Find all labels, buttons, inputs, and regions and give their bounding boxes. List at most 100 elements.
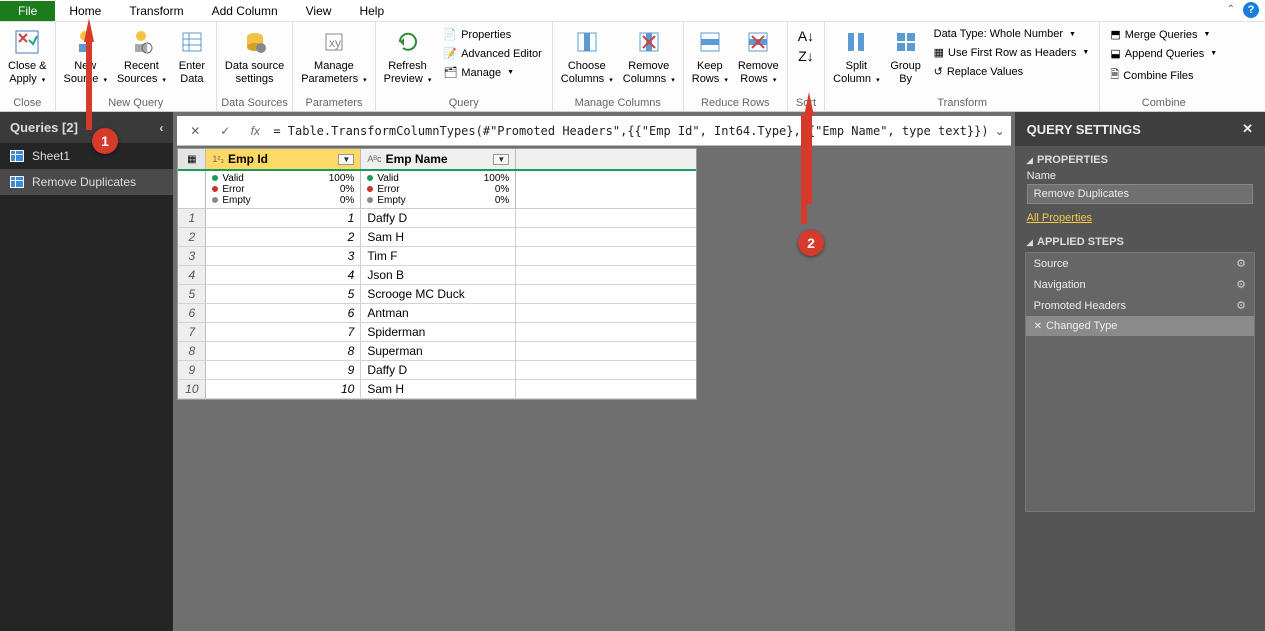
properties-button[interactable]: 📄Properties (439, 26, 545, 43)
column-header-emp-name[interactable]: Aᴮc Emp Name ▼ (361, 149, 516, 169)
manage-parameters-button[interactable]: xy ManageParameters ▾ (297, 24, 370, 89)
menu-file[interactable]: File (0, 1, 55, 21)
menu-view[interactable]: View (292, 1, 346, 21)
gear-icon[interactable]: ⚙ (1236, 299, 1246, 312)
ribbon-group-combine-label: Combine (1104, 97, 1223, 111)
cell-emp-name[interactable]: Spiderman (361, 323, 516, 341)
callout-arrow-1 (84, 18, 94, 42)
cell-emp-name[interactable]: Sam H (361, 228, 516, 246)
gear-icon[interactable]: ⚙ (1236, 278, 1246, 291)
name-label: Name (1027, 170, 1253, 182)
cell-emp-id[interactable]: 10 (206, 380, 361, 398)
table-row[interactable]: 11Daffy D (178, 209, 696, 228)
group-by-button[interactable]: GroupBy (886, 24, 926, 88)
ribbon-group-datasources-label: Data Sources (221, 97, 288, 111)
append-icon: ⬓ (1110, 47, 1120, 60)
cell-emp-id[interactable]: 1 (206, 209, 361, 227)
callout-arrow-2-stem (801, 114, 807, 224)
gear-icon[interactable]: ⚙ (1236, 257, 1246, 270)
applied-step[interactable]: ✕Changed Type (1026, 316, 1254, 336)
formula-cancel-icon[interactable]: ✕ (183, 124, 207, 138)
refresh-preview-button[interactable]: RefreshPreview ▾ (380, 24, 436, 89)
recent-sources-button[interactable]: RecentSources ▾ (113, 24, 170, 89)
append-queries-button[interactable]: ⬓Append Queries▼ (1106, 45, 1221, 62)
row-number: 2 (178, 228, 206, 246)
cell-emp-name[interactable]: Scrooge MC Duck (361, 285, 516, 303)
delete-step-icon[interactable]: ✕ (1034, 321, 1042, 332)
first-row-headers-button[interactable]: ▦Use First Row as Headers▼ (930, 44, 1094, 61)
collapse-ribbon-icon[interactable]: ⌃ (1227, 4, 1235, 15)
cell-emp-id[interactable]: 2 (206, 228, 361, 246)
advanced-editor-button[interactable]: 📝Advanced Editor (439, 45, 545, 62)
remove-rows-label: RemoveRows ▾ (738, 60, 779, 87)
cell-emp-name[interactable]: Daffy D (361, 209, 516, 227)
cell-emp-id[interactable]: 5 (206, 285, 361, 303)
table-row[interactable]: 99Daffy D (178, 361, 696, 380)
combine-files-icon: 🗎 (1110, 66, 1119, 85)
applied-step[interactable]: Promoted Headers⚙ (1026, 295, 1254, 316)
cell-emp-id[interactable]: 4 (206, 266, 361, 284)
table-row[interactable]: 44Json B (178, 266, 696, 285)
table-row[interactable]: 33Tim F (178, 247, 696, 266)
query-item-remove-duplicates[interactable]: Remove Duplicates (0, 169, 173, 195)
ribbon: Close &Apply ▾ Close NewSource ▾ RecentS… (0, 22, 1265, 112)
keep-rows-button[interactable]: KeepRows ▾ (688, 24, 732, 89)
replace-values-button[interactable]: ↺Replace Values (930, 63, 1094, 80)
table-row[interactable]: 55Scrooge MC Duck (178, 285, 696, 304)
data-type-button[interactable]: Data Type: Whole Number▼ (930, 26, 1094, 42)
applied-step[interactable]: Source⚙ (1026, 253, 1254, 274)
fx-icon[interactable]: fx (243, 124, 267, 138)
data-source-settings-button[interactable]: Data sourcesettings (221, 24, 288, 88)
enter-data-button[interactable]: EnterData (172, 24, 212, 88)
cell-emp-id[interactable]: 9 (206, 361, 361, 379)
query-name-input[interactable] (1027, 184, 1253, 204)
cell-emp-id[interactable]: 3 (206, 247, 361, 265)
cell-emp-id[interactable]: 7 (206, 323, 361, 341)
formula-input[interactable]: = Table.TransformColumnTypes(#"Promoted … (273, 124, 988, 138)
combine-files-button[interactable]: 🗎Combine Files (1106, 64, 1221, 87)
table-row[interactable]: 22Sam H (178, 228, 696, 247)
svg-text:xy: xy (329, 36, 341, 50)
cell-emp-name[interactable]: Sam H (361, 380, 516, 398)
ribbon-group-transform-label: Transform (829, 97, 1095, 111)
cell-emp-name[interactable]: Json B (361, 266, 516, 284)
menu-add-column[interactable]: Add Column (198, 1, 292, 21)
table-row[interactable]: 66Antman (178, 304, 696, 323)
sort-asc-button[interactable]: A↓ (798, 28, 814, 44)
table-row[interactable]: 77Spiderman (178, 323, 696, 342)
close-apply-button[interactable]: Close &Apply ▾ (4, 24, 51, 89)
all-properties-link[interactable]: All Properties (1027, 212, 1253, 224)
choose-columns-button[interactable]: ChooseColumns ▾ (557, 24, 617, 89)
query-item-sheet1[interactable]: Sheet1 (0, 143, 173, 169)
grid-corner[interactable]: ▦ (178, 149, 206, 169)
menu-help[interactable]: Help (345, 1, 398, 21)
cell-emp-id[interactable]: 6 (206, 304, 361, 322)
replace-values-label: Replace Values (947, 66, 1023, 78)
cell-emp-name[interactable]: Daffy D (361, 361, 516, 379)
remove-rows-button[interactable]: RemoveRows ▾ (734, 24, 783, 89)
menu-transform[interactable]: Transform (115, 1, 197, 21)
cell-emp-name[interactable]: Superman (361, 342, 516, 360)
applied-step[interactable]: Navigation⚙ (1026, 274, 1254, 295)
manage-button[interactable]: 🗂Manage▼ (439, 64, 545, 81)
help-icon[interactable]: ? (1243, 2, 1259, 18)
ribbon-group-transform: SplitColumn ▾ GroupBy Data Type: Whole N… (825, 22, 1100, 111)
column-header-emp-id[interactable]: 1²₃ Emp Id ▼ (206, 149, 361, 169)
cell-emp-name[interactable]: Tim F (361, 247, 516, 265)
remove-columns-button[interactable]: RemoveColumns ▾ (619, 24, 679, 89)
column-filter-icon[interactable]: ▼ (338, 154, 354, 165)
expand-formula-icon[interactable]: ⌄ (995, 124, 1005, 138)
table-row[interactable]: 88Superman (178, 342, 696, 361)
ribbon-group-manage-columns: ChooseColumns ▾ RemoveColumns ▾ Manage C… (553, 22, 684, 111)
merge-queries-button[interactable]: ⬒Merge Queries▼ (1106, 26, 1221, 43)
table-row[interactable]: 1010Sam H (178, 380, 696, 399)
formula-accept-icon[interactable]: ✓ (213, 124, 237, 138)
collapse-queries-icon[interactable]: ‹ (159, 121, 163, 135)
close-settings-icon[interactable]: ✕ (1242, 121, 1253, 137)
split-column-button[interactable]: SplitColumn ▾ (829, 24, 883, 89)
remove-columns-icon (633, 26, 665, 58)
cell-emp-id[interactable]: 8 (206, 342, 361, 360)
column-filter-icon[interactable]: ▼ (493, 154, 509, 165)
cell-emp-name[interactable]: Antman (361, 304, 516, 322)
sort-desc-button[interactable]: Z↓ (798, 48, 814, 64)
